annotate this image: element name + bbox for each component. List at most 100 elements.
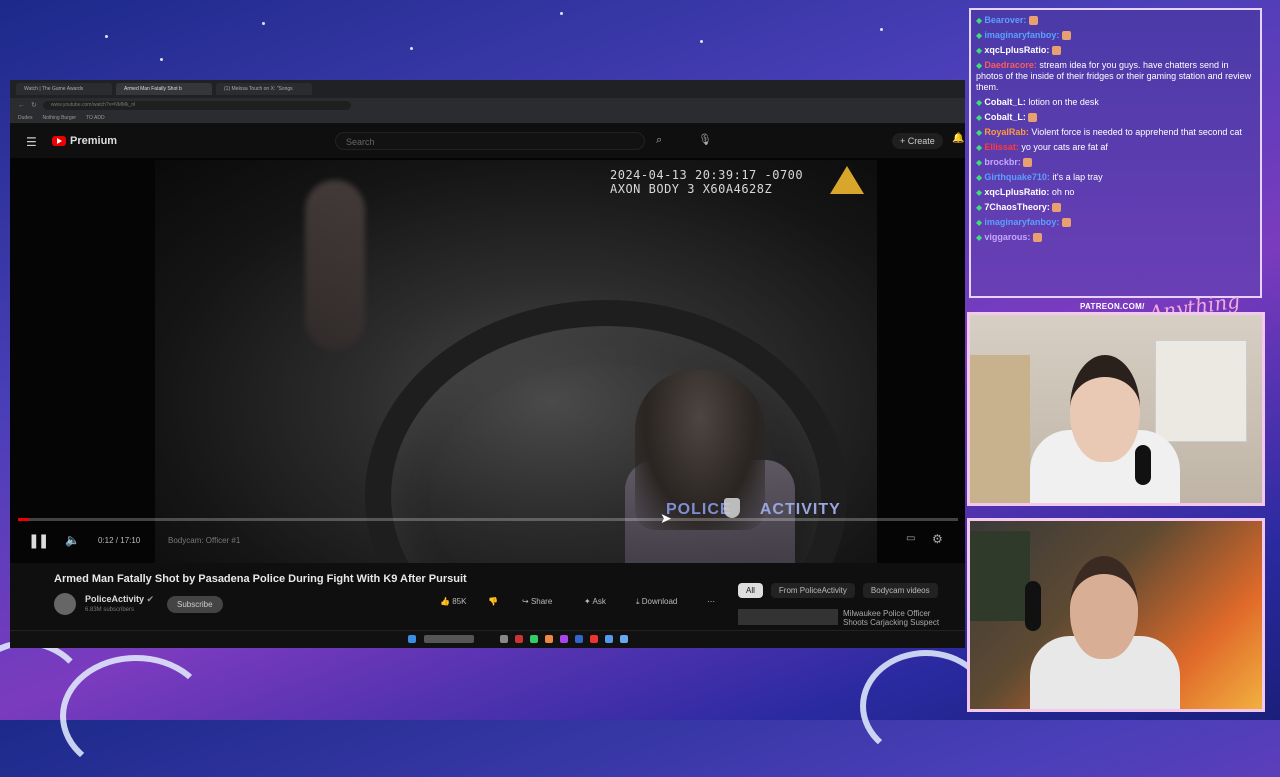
video-player[interactable]: 2024-04-13 20:39:17 -0700 AXON BODY 3 X6…	[10, 158, 965, 563]
volume-icon[interactable]: 🔈	[65, 533, 80, 547]
create-button[interactable]: + Create	[892, 133, 943, 149]
chat-username[interactable]: imaginaryfanboy:	[984, 217, 1059, 227]
start-icon[interactable]	[408, 635, 416, 643]
chat-message: ◆ 7ChaosTheory:	[976, 202, 1255, 213]
chip-bodycam[interactable]: Bodycam videos	[862, 583, 938, 598]
bookmark-item[interactable]: Dudes	[18, 115, 32, 121]
youtube-logo[interactable]: Premium	[52, 135, 117, 147]
taskbar-app-icon[interactable]	[575, 635, 583, 643]
chat-username[interactable]: Daedracore:	[984, 60, 1037, 70]
browser-tab[interactable]: (1) Melosa Touch on X: "Songs	[216, 83, 312, 95]
chat-text: yo your cats are fat af	[1018, 142, 1108, 152]
progress-fill	[18, 518, 30, 521]
chat-message: ◆ Daedracore: stream idea for you guys. …	[976, 60, 1255, 93]
chat-username[interactable]: Ellissat:	[984, 142, 1019, 152]
tab-bar: Watch | The Game Awards Armed Man Fatall…	[10, 80, 965, 98]
search-icon[interactable]: ⌕	[656, 134, 662, 147]
timestamp-line2: AXON BODY 3 X60A4628Z	[610, 182, 773, 196]
blurred-hand	[305, 180, 365, 350]
microphone-icon[interactable]: 🎙	[698, 133, 712, 146]
chat-username[interactable]: Cobalt_L:	[984, 97, 1026, 107]
chat-username[interactable]: Girthquake710:	[984, 172, 1050, 182]
subscriber-count: 6.83M subscribers	[85, 607, 135, 613]
streamer-head	[1070, 355, 1140, 462]
bodycam-timestamp: 2024-04-13 20:39:17 -0700 AXON BODY 3 X6…	[610, 168, 803, 196]
download-button[interactable]: ⤓ Download	[636, 597, 677, 607]
dislike-button[interactable]: 👎	[488, 597, 498, 606]
gear-icon[interactable]: ⚙	[932, 532, 943, 546]
chat-message: ◆ imaginaryfanboy:	[976, 217, 1255, 228]
chat-message: ◆ Bearover:	[976, 15, 1255, 26]
bookmark-item[interactable]: Nothing Burger	[42, 115, 76, 121]
youtube-header: ☰ Premium Search ⌕ 🎙 + Create 🔔	[10, 128, 965, 158]
bookmarks-bar: Dudes Nothing Burger TO ADD	[10, 112, 965, 124]
bell-icon[interactable]: 🔔	[952, 133, 964, 144]
chat-username[interactable]: imaginaryfanboy:	[984, 30, 1059, 40]
browser-tab-active[interactable]: Armed Man Fatally Shot b	[116, 83, 212, 95]
taskbar-search-icon[interactable]	[424, 635, 474, 643]
taskbar-app-icon[interactable]	[605, 635, 613, 643]
bookmark-item[interactable]: TO ADD	[86, 115, 105, 121]
player-controls: ❚❚ 🔈 0:12 / 17:10 Bodycam: Officer #1 ▭ …	[10, 518, 965, 563]
share-icon: ↪	[522, 597, 529, 606]
thumbs-up-icon: 👍	[440, 597, 450, 606]
sparkle-icon: ✦	[584, 597, 591, 606]
taskbar-app-icon[interactable]	[620, 635, 628, 643]
dresser	[1155, 340, 1247, 442]
share-button[interactable]: ↪ Share	[522, 597, 552, 606]
chapter-title[interactable]: Bodycam: Officer #1	[168, 536, 240, 545]
badge-icon	[724, 498, 740, 518]
youtube-play-icon	[52, 136, 66, 146]
chat-username[interactable]: brockbr:	[984, 157, 1021, 167]
url-field[interactable]: www.youtube.com/watch?v=NMMk_nl	[42, 100, 351, 110]
background-swirl	[60, 655, 212, 777]
streamer-head	[1070, 556, 1138, 659]
taskbar-app-icon[interactable]	[590, 635, 598, 643]
chat-message: ◆ xqcLplusRatio:	[976, 45, 1255, 56]
chip-all[interactable]: All	[738, 583, 763, 598]
chat-text: Violent force is needed to apprehend tha…	[1028, 127, 1242, 137]
recommendation-chips: All From PoliceActivity Bodycam videos	[738, 583, 938, 598]
chat-username[interactable]: Bearover:	[984, 15, 1026, 25]
browser-tab[interactable]: Watch | The Game Awards	[16, 83, 112, 95]
pause-icon[interactable]: ❚❚	[28, 532, 50, 549]
ask-button[interactable]: ✦ Ask	[584, 597, 606, 606]
chat-username[interactable]: xqcLplusRatio:	[984, 187, 1049, 197]
more-icon[interactable]: ⋯	[707, 597, 715, 606]
back-icon[interactable]: ←	[18, 102, 25, 109]
chat-message: ◆ Cobalt_L:	[976, 112, 1255, 123]
channel-name[interactable]: PoliceActivity ✔	[85, 594, 154, 605]
taskbar-app-icon[interactable]	[545, 635, 553, 643]
background-star	[160, 58, 163, 61]
logo-text: Premium	[70, 135, 118, 147]
taskbar-app-icon[interactable]	[500, 635, 508, 643]
chat-username[interactable]: viggarous:	[984, 232, 1030, 242]
like-button[interactable]: 👍 85K	[440, 597, 466, 606]
search-input[interactable]: Search	[335, 132, 645, 150]
chat-message: ◆ viggarous:	[976, 232, 1255, 243]
background-star	[410, 47, 413, 50]
webcam-top	[967, 312, 1265, 506]
progress-bar[interactable]	[18, 518, 958, 521]
chat-username[interactable]: 7ChaosTheory:	[984, 202, 1050, 212]
emote-icon	[1051, 46, 1061, 56]
microphone	[1135, 445, 1151, 485]
reload-icon[interactable]: ↻	[31, 101, 37, 109]
recommended-thumbnail[interactable]	[738, 609, 838, 625]
patreon-label: PATREON.COM/	[1080, 302, 1145, 311]
os-taskbar	[10, 630, 965, 648]
chat-username[interactable]: RoyalRab:	[984, 127, 1029, 137]
chat-username[interactable]: xqcLplusRatio:	[984, 45, 1049, 55]
chip-from-channel[interactable]: From PoliceActivity	[770, 583, 855, 598]
taskbar-app-icon[interactable]	[515, 635, 523, 643]
taskbar-app-icon[interactable]	[560, 635, 568, 643]
captions-icon[interactable]: ▭	[906, 533, 915, 544]
channel-avatar[interactable]	[54, 593, 76, 615]
background-star	[105, 35, 108, 38]
subscribe-button[interactable]: Subscribe	[167, 596, 223, 613]
taskbar-app-icon[interactable]	[530, 635, 538, 643]
menu-icon[interactable]: ☰	[26, 135, 37, 149]
chat-username[interactable]: Cobalt_L:	[984, 112, 1026, 122]
recommended-title[interactable]: Milwaukee Police Officer Shoots Carjacki…	[843, 609, 953, 627]
chat-message: ◆ Cobalt_L: lotion on the desk	[976, 97, 1255, 108]
